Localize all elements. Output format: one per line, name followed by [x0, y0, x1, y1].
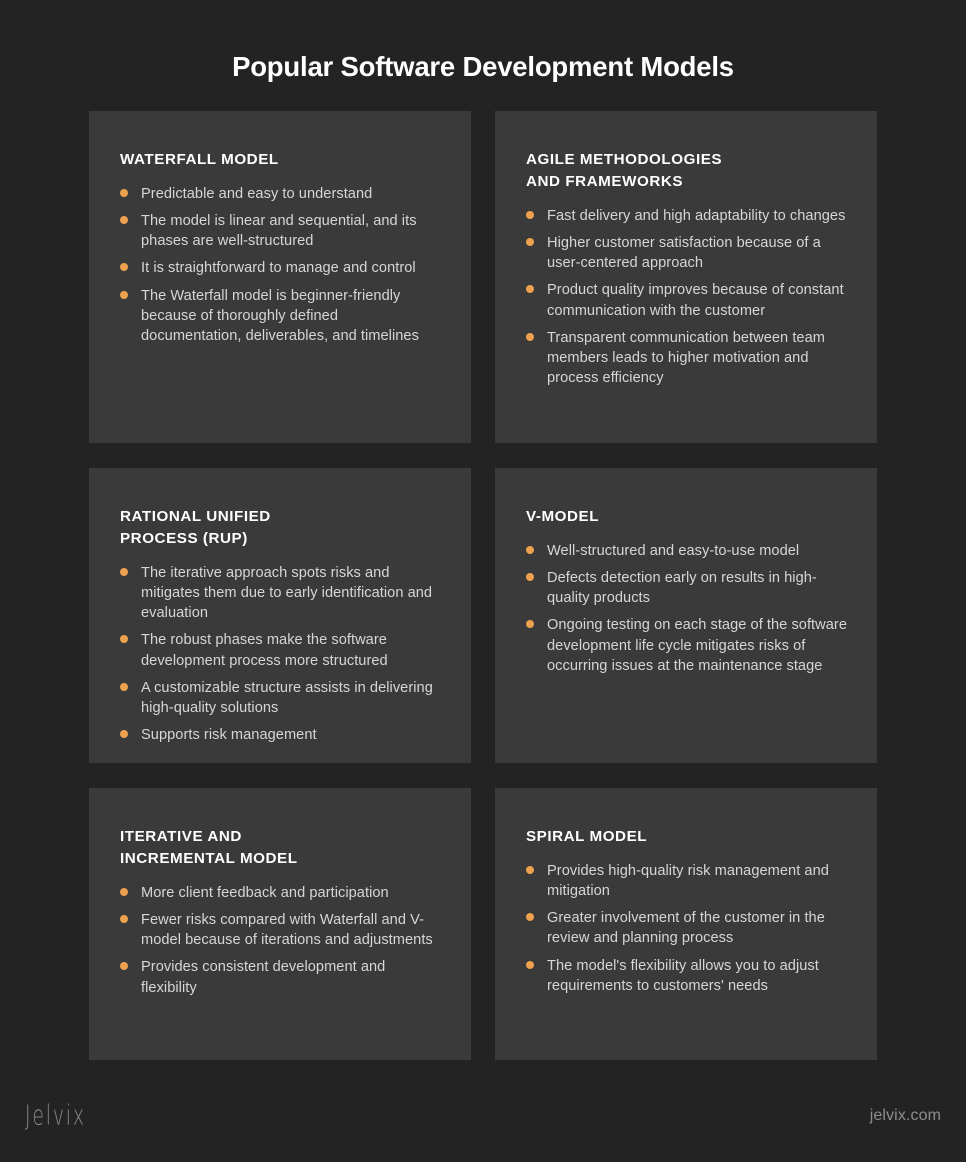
- bullet-dot-icon: [120, 915, 128, 924]
- bullet-dot-icon: [120, 290, 128, 299]
- cards-grid: WATERFALL MODEL Predictable and easy to …: [89, 83, 877, 1060]
- card-bullet-list: More client feedback and participation F…: [120, 883, 441, 998]
- list-item: The robust phases make the software deve…: [120, 630, 441, 670]
- list-item: Product quality improves because of cons…: [526, 280, 847, 320]
- list-item: The Waterfall model is beginner-friendly…: [120, 286, 441, 346]
- card-bullet-list: Fast delivery and high adaptability to c…: [526, 206, 847, 388]
- list-item-text: The robust phases make the software deve…: [141, 632, 388, 669]
- list-item-text: Defects detection early on results in hi…: [547, 570, 817, 607]
- jelvix-logo: Jelvix: [25, 1100, 86, 1132]
- list-item: Fast delivery and high adaptability to c…: [526, 206, 847, 226]
- card-waterfall-model: WATERFALL MODEL Predictable and easy to …: [89, 111, 471, 443]
- bullet-dot-icon: [120, 888, 128, 897]
- card-agile-methodologies: AGILE METHODOLOGIES AND FRAMEWORKS Fast …: [495, 111, 877, 443]
- list-item: Defects detection early on results in hi…: [526, 568, 847, 608]
- bullet-dot-icon: [120, 568, 128, 577]
- bullet-dot-icon: [120, 189, 128, 198]
- card-bullet-list: Predictable and easy to understand The m…: [120, 184, 441, 346]
- list-item: Greater involvement of the customer in t…: [526, 908, 847, 948]
- card-title: SPIRAL MODEL: [526, 828, 648, 845]
- bullet-dot-icon: [120, 962, 128, 971]
- card-iterative-incremental-model: ITERATIVE AND INCREMENTAL MODEL More cli…: [89, 788, 471, 1060]
- card-rational-unified-process: RATIONAL UNIFIED PROCESS (RUP) The itera…: [89, 468, 471, 763]
- list-item: Ongoing testing on each stage of the sof…: [526, 615, 847, 675]
- card-title: ITERATIVE AND INCREMENTAL MODEL: [120, 828, 298, 868]
- list-item-text: Supports risk management: [141, 726, 317, 743]
- card-bullet-list: Provides high-quality risk management an…: [526, 861, 847, 996]
- list-item: More client feedback and participation: [120, 883, 441, 903]
- list-item-text: Higher customer satisfaction because of …: [547, 235, 821, 272]
- footer: Jelvix jelvix.com: [0, 1084, 966, 1162]
- list-item: Higher customer satisfaction because of …: [526, 233, 847, 273]
- bullet-dot-icon: [120, 729, 128, 738]
- website-label: jelvix.com: [869, 1107, 941, 1124]
- bullet-dot-icon: [120, 635, 128, 644]
- list-item: The model's flexibility allows you to ad…: [526, 956, 847, 996]
- list-item: Transparent communication between team m…: [526, 328, 847, 388]
- list-item-text: The Waterfall model is beginner-friendly…: [141, 287, 419, 344]
- bullet-dot-icon: [526, 866, 534, 875]
- card-spiral-model: SPIRAL MODEL Provides high-quality risk …: [495, 788, 877, 1060]
- list-item-text: The model's flexibility allows you to ad…: [547, 957, 819, 994]
- list-item: A customizable structure assists in deli…: [120, 678, 441, 718]
- list-item-text: Ongoing testing on each stage of the sof…: [547, 617, 847, 674]
- list-item: Fewer risks compared with Waterfall and …: [120, 910, 441, 950]
- list-item: Provides high-quality risk management an…: [526, 861, 847, 901]
- bullet-dot-icon: [526, 620, 534, 629]
- infographic-page: Popular Software Development Models WATE…: [0, 0, 966, 1162]
- card-title: WATERFALL MODEL: [120, 151, 279, 168]
- list-item-text: The model is linear and sequential, and …: [141, 213, 417, 250]
- list-item-text: Provides consistent development and flex…: [141, 959, 386, 996]
- card-bullet-list: The iterative approach spots risks and m…: [120, 563, 441, 745]
- list-item-text: Transparent communication between team m…: [547, 329, 825, 386]
- list-item-text: More client feedback and participation: [141, 885, 389, 902]
- bullet-dot-icon: [526, 238, 534, 247]
- bullet-dot-icon: [120, 216, 128, 225]
- list-item: The iterative approach spots risks and m…: [120, 563, 441, 623]
- bullet-dot-icon: [526, 546, 534, 555]
- list-item-text: A customizable structure assists in deli…: [141, 679, 433, 716]
- card-title: AGILE METHODOLOGIES AND FRAMEWORKS: [526, 151, 723, 191]
- bullet-dot-icon: [526, 211, 534, 220]
- list-item: Provides consistent development and flex…: [120, 957, 441, 997]
- list-item: Predictable and easy to understand: [120, 184, 441, 204]
- list-item: The model is linear and sequential, and …: [120, 211, 441, 251]
- bullet-dot-icon: [526, 285, 534, 294]
- list-item-text: Greater involvement of the customer in t…: [547, 910, 825, 947]
- list-item: Well-structured and easy-to-use model: [526, 541, 847, 561]
- list-item-text: Provides high-quality risk management an…: [547, 863, 829, 900]
- list-item-text: Fewer risks compared with Waterfall and …: [141, 912, 433, 949]
- bullet-dot-icon: [526, 573, 534, 582]
- list-item-text: Well-structured and easy-to-use model: [547, 543, 800, 560]
- bullet-dot-icon: [526, 332, 534, 341]
- card-title: V-MODEL: [526, 508, 600, 525]
- list-item-text: Predictable and easy to understand: [141, 186, 373, 203]
- card-v-model: V-MODEL Well-structured and easy-to-use …: [495, 468, 877, 763]
- card-bullet-list: Well-structured and easy-to-use model De…: [526, 541, 847, 676]
- bullet-dot-icon: [526, 913, 534, 922]
- bullet-dot-icon: [526, 960, 534, 969]
- list-item: It is straightforward to manage and cont…: [120, 258, 441, 278]
- list-item-text: Product quality improves because of cons…: [547, 282, 844, 319]
- list-item: Supports risk management: [120, 725, 441, 745]
- bullet-dot-icon: [120, 263, 128, 272]
- list-item-text: It is straightforward to manage and cont…: [141, 260, 416, 277]
- page-title: Popular Software Development Models: [232, 51, 734, 82]
- card-title: RATIONAL UNIFIED PROCESS (RUP): [120, 508, 271, 548]
- list-item-text: Fast delivery and high adaptability to c…: [547, 208, 846, 225]
- list-item-text: The iterative approach spots risks and m…: [141, 565, 433, 622]
- title-container: Popular Software Development Models: [0, 0, 966, 83]
- bullet-dot-icon: [120, 682, 128, 691]
